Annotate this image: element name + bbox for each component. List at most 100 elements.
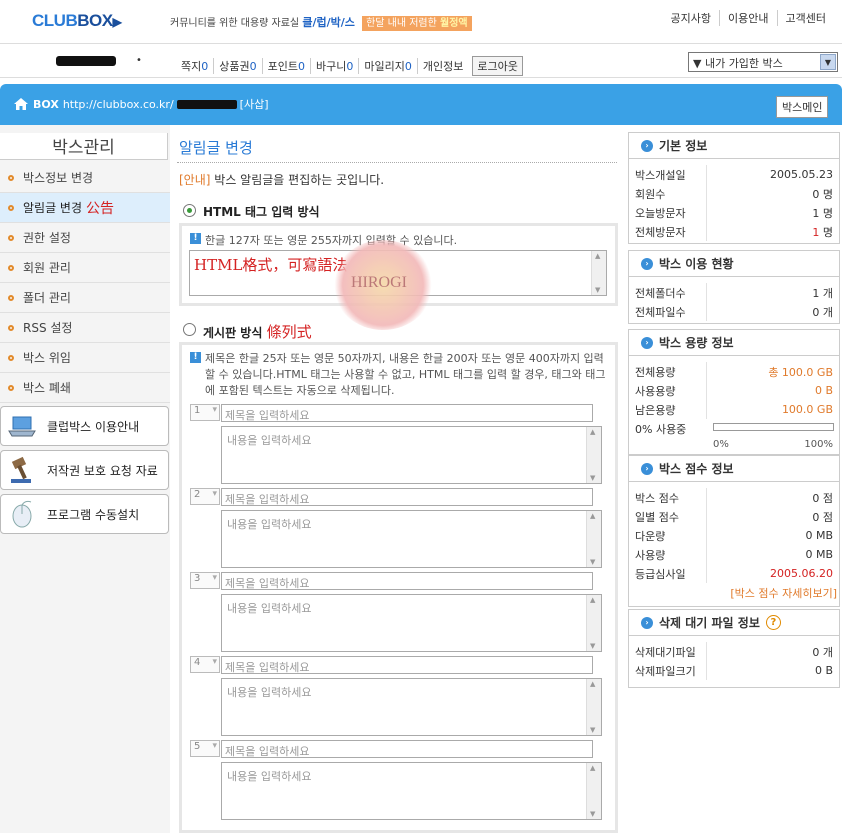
- row-number-select[interactable]: 1: [190, 404, 220, 421]
- logo-arrow-icon: ▶: [112, 15, 122, 29]
- row-title-input[interactable]: 제목을 입력하세요: [221, 740, 593, 758]
- mouse-icon: [12, 500, 32, 528]
- clubbox-logo[interactable]: CLUBBOX▶: [32, 11, 122, 31]
- arrow-right-icon: ›: [641, 616, 653, 629]
- joined-box-select[interactable]: ▼ 내가 가입한 박스 ▼: [688, 52, 838, 72]
- scrollbar[interactable]: [586, 679, 601, 735]
- info-icon: !: [190, 352, 201, 363]
- row-title-input[interactable]: 제목을 입력하세요: [221, 656, 593, 674]
- top-links: 공지사항 이용안내 고객센터: [663, 10, 834, 26]
- tagline-brand: 클/럽/박/스: [302, 16, 355, 29]
- scrollbar[interactable]: [591, 251, 606, 295]
- bullet-icon: [8, 324, 14, 331]
- tagline-badge[interactable]: 한달 내내 저렴한 월정액: [362, 16, 472, 31]
- info-row: 사용량 0 MB: [629, 545, 839, 564]
- userbar-mileage[interactable]: 마일리지0: [358, 58, 416, 74]
- scrollbar[interactable]: [586, 427, 601, 483]
- row-content-placeholder: 내용을 입력하세요: [227, 518, 312, 531]
- page-title: 알림글 변경: [179, 139, 253, 157]
- score-header: › 박스 점수 정보: [629, 456, 839, 482]
- usage-bar: [713, 423, 834, 431]
- row-content-textarea[interactable]: 내용을 입력하세요: [221, 426, 602, 484]
- info-row: 박스 점수 0 점: [629, 488, 839, 507]
- sidebar-item-delegate[interactable]: 박스 위임: [0, 343, 170, 373]
- row-number-select[interactable]: 2: [190, 488, 220, 505]
- row-content-placeholder: 내용을 입력하세요: [227, 602, 312, 615]
- row-number-select[interactable]: 5: [190, 740, 220, 757]
- help-icon[interactable]: ?: [765, 615, 781, 630]
- gavel-icon: [11, 456, 31, 483]
- notice-tag: [안내]: [179, 173, 211, 187]
- logout-button[interactable]: 로그아웃: [472, 56, 523, 76]
- bullet-icon: [8, 234, 14, 241]
- userbar-divider: [0, 77, 842, 78]
- usage-status-header: › 박스 이용 현황: [629, 251, 839, 277]
- bullet-icon: [8, 354, 14, 361]
- arrow-right-icon: ›: [641, 336, 653, 349]
- usage-row: 0% 사용중: [629, 419, 839, 439]
- box-url[interactable]: http://clubbox.co.kr/: [63, 98, 174, 111]
- box-address: BOX http://clubbox.co.kr/ [사삽]: [14, 96, 268, 112]
- user-bar: 쪽지0 상품권0 포인트0 바구니0 마일리지0 개인정보 로그아웃: [181, 56, 523, 76]
- pending-delete-panel: › 삭제 대기 파일 정보? 삭제대기파일 0 개 삭제파일크기 0 B: [628, 609, 840, 688]
- row-content-textarea[interactable]: 내용을 입력하세요: [221, 510, 602, 568]
- link-support[interactable]: 고객센터: [776, 10, 834, 26]
- row-content-textarea[interactable]: 내용을 입력하세요: [221, 678, 602, 736]
- row-content-textarea[interactable]: 내용을 입력하세요: [221, 762, 602, 820]
- row-title-input[interactable]: 제목을 입력하세요: [221, 404, 593, 422]
- laptop-icon: [8, 416, 36, 437]
- copyright-button[interactable]: 저작권 보호 요청 자료: [0, 450, 169, 490]
- board-mode-label: 게시판 방식 條列式: [203, 323, 312, 341]
- sidebar-item-folders[interactable]: 폴더 관리: [0, 283, 170, 313]
- basic-info-header: › 기본 정보: [629, 133, 839, 159]
- basic-info-panel: › 기본 정보 박스개설일 2005.05.23 회원수 0 명 오늘방문자 1 명 전…: [628, 132, 840, 244]
- info-row: 전체방문자 1 명: [629, 222, 839, 241]
- sidebar-item-notice-edit[interactable]: 알림글 변경 公告: [0, 193, 170, 223]
- info-row: 등급심사일 2005.06.20: [629, 564, 839, 583]
- joined-box-select-value: ▼ 내가 가입한 박스: [693, 57, 783, 70]
- row-content-textarea[interactable]: 내용을 입력하세요: [221, 594, 602, 652]
- scrollbar[interactable]: [586, 511, 601, 567]
- row-number-select[interactable]: 4: [190, 656, 220, 673]
- userbar-profile[interactable]: 개인정보: [416, 58, 468, 74]
- row-content-placeholder: 내용을 입력하세요: [227, 434, 312, 447]
- scrollbar[interactable]: [586, 763, 601, 819]
- row-title-input[interactable]: 제목을 입력하세요: [221, 572, 593, 590]
- badge-emphasis: 월정액: [440, 18, 468, 29]
- link-guide[interactable]: 이용안내: [719, 10, 776, 26]
- row-number-select[interactable]: 3: [190, 572, 220, 589]
- row-content-placeholder: 내용을 입력하세요: [227, 686, 312, 699]
- box-main-button[interactable]: 박스메인: [776, 96, 829, 118]
- bullet-icon: [8, 174, 14, 181]
- sidebar-menu: 박스정보 변경 알림글 변경 公告 권한 설정 회원 관리 폴더 관리 RSS 설…: [0, 163, 170, 403]
- info-row: 사용용량 0 B: [629, 381, 839, 400]
- box-label: BOX: [33, 97, 59, 111]
- row-title-input[interactable]: 제목을 입력하세요: [221, 488, 593, 506]
- scrollbar[interactable]: [586, 595, 601, 651]
- board-mode-radio[interactable]: [183, 323, 196, 336]
- info-row: 오늘방문자 1 명: [629, 203, 839, 222]
- link-notice[interactable]: 공지사항: [663, 10, 719, 26]
- sidebar-item-permissions[interactable]: 권한 설정: [0, 223, 170, 253]
- arrow-right-icon: ›: [641, 462, 653, 475]
- sidebar-item-close-box[interactable]: 박스 폐쇄: [0, 373, 170, 403]
- userbar-basket[interactable]: 바구니0: [310, 58, 358, 74]
- html-textarea-content: HTML格式，可寫語法: [194, 256, 348, 274]
- sidebar-item-box-info[interactable]: 박스정보 변경: [0, 163, 170, 193]
- score-detail-link[interactable]: [박스 점수 자세히보기]: [629, 585, 839, 601]
- logo-main-text: CLUB: [32, 11, 78, 30]
- bullet-icon: [8, 204, 14, 211]
- info-icon: !: [190, 233, 201, 244]
- sidebar-item-members[interactable]: 회원 관리: [0, 253, 170, 283]
- userbar-vouchers[interactable]: 상품권0: [213, 58, 261, 74]
- html-mode-radio[interactable]: [183, 204, 196, 217]
- guide-button[interactable]: 클럽박스 이용안내: [0, 406, 169, 446]
- sidebar-item-rss[interactable]: RSS 설정: [0, 313, 170, 343]
- header-tagline: 커뮤니티를 위한 대용량 자료실 클/럽/박/스 한달 내내 저렴한 월정액: [170, 14, 472, 31]
- box-id-redacted: [176, 99, 237, 109]
- html-mode-label: HTML 태그 입력 방식: [203, 205, 320, 219]
- userbar-messages[interactable]: 쪽지0: [181, 58, 213, 74]
- manual-install-button[interactable]: 프로그램 수동설치: [0, 494, 169, 534]
- userbar-points[interactable]: 포인트0: [261, 58, 310, 74]
- notice-text: 박스 알림글을 편집하는 곳입니다.: [214, 173, 385, 187]
